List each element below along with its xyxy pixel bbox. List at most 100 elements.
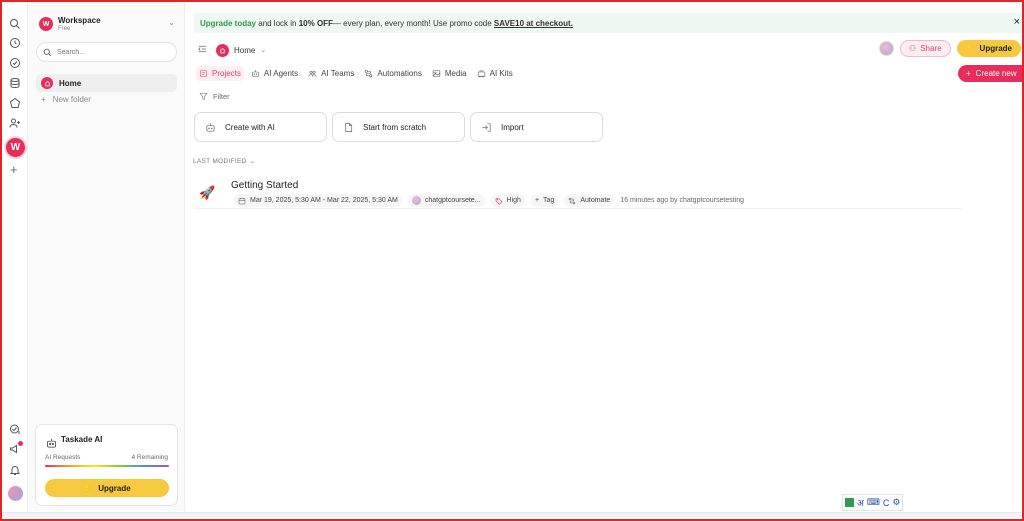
ime-mode: C [882,497,890,508]
breadcrumb-home-label: Home [234,45,256,55]
rocket-icon: 🚀 [199,185,216,200]
tab-ai-kits[interactable]: AI Kits [474,66,516,81]
taskade-ai-card: Taskade AI AI Requests 4 Remaining ⚡ Upg… [35,424,178,506]
member-avatar[interactable] [879,41,895,56]
lightning-icon: ⚡ [83,483,94,493]
keyboard-icon: ⌨ [866,497,880,507]
user-avatar[interactable] [8,486,23,501]
upgrade-label: Upgrade [979,44,1012,53]
modified-text: 16 minutes ago by chatgptcoursetesting [620,197,745,204]
chevron-down-icon: ⌄ [168,18,175,27]
check-circle-icon[interactable] [8,56,22,70]
icon-rail: W + [2,2,28,511]
project-meta: Mar 19, 2025, 5:30 AM - Mar 22, 2025, 5:… [234,194,744,207]
project-title[interactable]: Getting Started [231,180,298,191]
tab-automations[interactable]: Automations [361,66,424,81]
workspace-badge[interactable]: W [6,138,25,157]
user-plus-icon: ⚇ [909,44,917,53]
tab-label: AI Kits [489,69,513,78]
create-with-ai-button[interactable]: Create with AI [194,112,327,142]
tab-media[interactable]: Media [429,66,470,81]
taskade-ai-title: Taskade AI [61,435,103,444]
tab-projects[interactable]: Projects [196,66,244,81]
collapse-sidebar-icon[interactable] [197,41,208,59]
breadcrumb: Home ⌄ [197,41,266,59]
add-workspace-button[interactable]: + [10,162,18,177]
tab-label: Projects [212,69,241,78]
create-new-button[interactable]: + Create new [958,65,1024,82]
content-tabs: Projects AI Agents AI Teams Automations … [196,66,516,81]
tab-ai-agents[interactable]: AI Agents [248,66,301,81]
sidebar-upgrade-button[interactable]: ⚡ Upgrade [45,479,169,497]
start-from-scratch-button[interactable]: Start from scratch [332,112,465,142]
tab-label: Media [444,69,467,78]
robot-icon [252,70,259,77]
project-row[interactable]: 🚀 Getting Started Mar 19, 2025, 5:30 AM … [194,176,962,209]
import-icon [482,122,491,132]
priority-chip[interactable]: High [490,194,525,207]
banner-text: and lock in [256,18,299,28]
action-label: Start from scratch [363,122,427,132]
filter-button[interactable]: Filter [199,92,230,101]
home-icon [41,77,53,89]
workspace-logo: W [39,17,53,31]
action-label: Create with AI [225,122,275,132]
bell-icon[interactable] [8,463,22,477]
owner-avatar [411,196,421,205]
owner-chip[interactable]: chatgptcoursete... [407,194,485,207]
plus-icon: + [41,95,46,104]
team-icon [308,70,317,77]
clock-icon[interactable] [8,36,22,50]
tag-label: Tag [543,197,555,204]
notification-dot [18,441,23,446]
add-tag-chip[interactable]: + Tag [530,194,559,207]
workspace-switcher[interactable]: W Workspace Free ⌄ [39,14,179,40]
tab-ai-teams[interactable]: AI Teams [305,66,357,81]
robot-icon [206,122,215,132]
ai-requests-remaining: 4 Remaining [131,454,169,461]
database-icon[interactable] [8,76,22,90]
filter-icon [199,93,208,100]
ime-indicator[interactable]: अ ⌨ C ⚙ [842,494,904,511]
close-icon[interactable]: × [1014,16,1020,28]
projects-icon [200,70,207,77]
search-icon[interactable] [8,17,22,31]
ime-logo-icon [845,498,854,507]
automate-chip[interactable]: Automate [564,194,615,207]
filter-label: Filter [213,92,230,101]
search-input[interactable] [57,48,167,56]
upgrade-label: Upgrade [98,483,131,493]
create-actions: Create with AI Start from scratch Import [194,112,603,142]
share-button[interactable]: ⚇ Share [900,40,951,57]
home-icon[interactable] [8,96,22,110]
plus-icon: + [534,197,540,204]
banner-discount: 10% OFF [298,18,333,28]
promo-banner: Upgrade today and lock in 10% OFF — ever… [194,13,1024,33]
breadcrumb-home[interactable]: Home ⌄ [216,43,267,57]
sidebar-item-home[interactable]: Home [36,74,177,92]
new-folder-label: New folder [52,95,91,104]
chevron-down-icon: ⌄ [260,47,267,54]
document-icon [345,122,353,132]
date-range-chip[interactable]: Mar 19, 2025, 5:30 AM - Mar 22, 2025, 5:… [234,194,402,207]
ai-requests-bar [45,465,169,467]
plus-icon: + [966,69,971,78]
action-label: Import [501,122,524,132]
upgrade-button[interactable]: ⚡ Upgrade [956,40,1021,57]
import-button[interactable]: Import [470,112,603,142]
media-icon [432,70,441,77]
sidebar-search[interactable] [36,42,177,62]
workspace-plan: Free [58,26,71,32]
new-folder-button[interactable]: + New folder [41,95,91,104]
chevron-down-icon: ⌄ [249,158,256,165]
calendar-icon [238,197,246,204]
search-icon [43,48,52,56]
upgrade-today-link[interactable]: Upgrade today [200,19,256,28]
sort-dropdown[interactable]: LAST MODIFIED ⌄ [193,157,256,166]
users-icon[interactable] [8,116,22,130]
add-check-icon[interactable] [8,422,22,436]
gear-icon[interactable]: ⚙ [892,497,900,508]
priority-label: High [506,197,521,204]
automate-label: Automate [580,197,611,204]
owner-name: chatgptcoursete... [424,197,481,204]
